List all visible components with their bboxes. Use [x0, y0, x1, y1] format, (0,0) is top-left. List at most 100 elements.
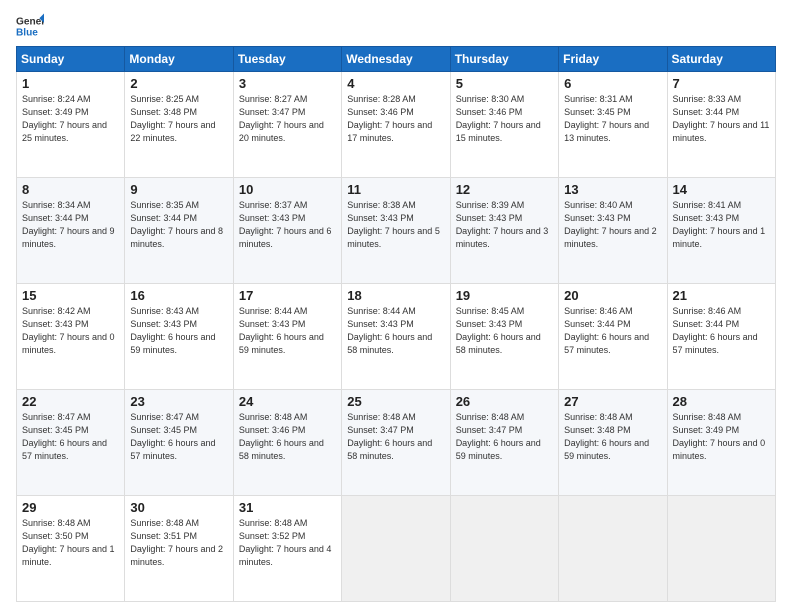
- weekday-header-monday: Monday: [125, 47, 233, 72]
- week-row-1: 1 Sunrise: 8:24 AMSunset: 3:49 PMDaylight…: [17, 72, 776, 178]
- day-info: Sunrise: 8:48 AMSunset: 3:46 PMDaylight:…: [239, 412, 324, 461]
- day-number: 16: [130, 288, 227, 303]
- day-number: 22: [22, 394, 119, 409]
- calendar-cell: 1 Sunrise: 8:24 AMSunset: 3:49 PMDaylight…: [17, 72, 125, 178]
- day-info: Sunrise: 8:28 AMSunset: 3:46 PMDaylight:…: [347, 94, 432, 143]
- day-number: 6: [564, 76, 661, 91]
- day-info: Sunrise: 8:27 AMSunset: 3:47 PMDaylight:…: [239, 94, 324, 143]
- calendar-cell: 9 Sunrise: 8:35 AMSunset: 3:44 PMDaylight…: [125, 178, 233, 284]
- day-number: 29: [22, 500, 119, 515]
- day-info: Sunrise: 8:48 AMSunset: 3:48 PMDaylight:…: [564, 412, 649, 461]
- day-info: Sunrise: 8:31 AMSunset: 3:45 PMDaylight:…: [564, 94, 649, 143]
- calendar-cell: 18 Sunrise: 8:44 AMSunset: 3:43 PMDayligh…: [342, 284, 450, 390]
- day-number: 30: [130, 500, 227, 515]
- day-number: 4: [347, 76, 444, 91]
- calendar-cell: 16 Sunrise: 8:43 AMSunset: 3:43 PMDayligh…: [125, 284, 233, 390]
- calendar-cell: 3Sunrise: 8:27 AMSunset: 3:47 PMDaylight…: [233, 72, 341, 178]
- day-info: Sunrise: 8:48 AMSunset: 3:51 PMDaylight:…: [130, 518, 223, 567]
- day-info: Sunrise: 8:24 AMSunset: 3:49 PMDaylight:…: [22, 94, 107, 143]
- calendar-cell: 4 Sunrise: 8:28 AMSunset: 3:46 PMDaylight…: [342, 72, 450, 178]
- day-info: Sunrise: 8:41 AMSunset: 3:43 PMDaylight:…: [673, 200, 766, 249]
- day-info: Sunrise: 8:43 AMSunset: 3:43 PMDaylight:…: [130, 306, 215, 355]
- day-number: 8: [22, 182, 119, 197]
- logo: General Blue: [16, 12, 44, 40]
- calendar-cell: 7Sunrise: 8:33 AMSunset: 3:44 PMDaylight…: [667, 72, 775, 178]
- calendar-cell: 5 Sunrise: 8:30 AMSunset: 3:46 PMDaylight…: [450, 72, 558, 178]
- day-number: 11: [347, 182, 444, 197]
- general-blue-logo-icon: General Blue: [16, 12, 44, 40]
- day-number: 1: [22, 76, 119, 91]
- calendar-cell: 24Sunrise: 8:48 AMSunset: 3:46 PMDayligh…: [233, 390, 341, 496]
- day-info: Sunrise: 8:48 AMSunset: 3:47 PMDaylight:…: [347, 412, 432, 461]
- calendar-cell: 8 Sunrise: 8:34 AMSunset: 3:44 PMDaylight…: [17, 178, 125, 284]
- day-info: Sunrise: 8:34 AMSunset: 3:44 PMDaylight:…: [22, 200, 115, 249]
- calendar-cell: 28Sunrise: 8:48 AMSunset: 3:49 PMDayligh…: [667, 390, 775, 496]
- day-info: Sunrise: 8:38 AMSunset: 3:43 PMDaylight:…: [347, 200, 440, 249]
- day-info: Sunrise: 8:35 AMSunset: 3:44 PMDaylight:…: [130, 200, 223, 249]
- calendar-cell: 26 Sunrise: 8:48 AMSunset: 3:47 PMDayligh…: [450, 390, 558, 496]
- weekday-header-saturday: Saturday: [667, 47, 775, 72]
- calendar-cell: 13Sunrise: 8:40 AMSunset: 3:43 PMDayligh…: [559, 178, 667, 284]
- day-number: 20: [564, 288, 661, 303]
- header: General Blue: [16, 12, 776, 40]
- weekday-header-friday: Friday: [559, 47, 667, 72]
- day-info: Sunrise: 8:44 AMSunset: 3:43 PMDaylight:…: [347, 306, 432, 355]
- svg-text:Blue: Blue: [16, 27, 38, 38]
- week-row-4: 22 Sunrise: 8:47 AMSunset: 3:45 PMDayligh…: [17, 390, 776, 496]
- day-info: Sunrise: 8:48 AMSunset: 3:52 PMDaylight:…: [239, 518, 332, 567]
- day-number: 17: [239, 288, 336, 303]
- day-number: 26: [456, 394, 553, 409]
- day-info: Sunrise: 8:30 AMSunset: 3:46 PMDaylight:…: [456, 94, 541, 143]
- day-number: 9: [130, 182, 227, 197]
- calendar-cell: [450, 496, 558, 602]
- day-number: 23: [130, 394, 227, 409]
- day-number: 2: [130, 76, 227, 91]
- day-info: Sunrise: 8:48 AMSunset: 3:47 PMDaylight:…: [456, 412, 541, 461]
- day-number: 7: [673, 76, 770, 91]
- day-info: Sunrise: 8:37 AMSunset: 3:43 PMDaylight:…: [239, 200, 332, 249]
- calendar-cell: 20Sunrise: 8:46 AMSunset: 3:44 PMDayligh…: [559, 284, 667, 390]
- day-info: Sunrise: 8:48 AMSunset: 3:50 PMDaylight:…: [22, 518, 115, 567]
- weekday-header-row: SundayMondayTuesdayWednesdayThursdayFrid…: [17, 47, 776, 72]
- day-number: 12: [456, 182, 553, 197]
- calendar-cell: 27 Sunrise: 8:48 AMSunset: 3:48 PMDayligh…: [559, 390, 667, 496]
- calendar-cell: 12 Sunrise: 8:39 AMSunset: 3:43 PMDayligh…: [450, 178, 558, 284]
- calendar-cell: [667, 496, 775, 602]
- calendar-cell: 15Sunrise: 8:42 AMSunset: 3:43 PMDayligh…: [17, 284, 125, 390]
- week-row-2: 8 Sunrise: 8:34 AMSunset: 3:44 PMDaylight…: [17, 178, 776, 284]
- calendar-cell: 29 Sunrise: 8:48 AMSunset: 3:50 PMDayligh…: [17, 496, 125, 602]
- day-number: 18: [347, 288, 444, 303]
- calendar-cell: 19Sunrise: 8:45 AMSunset: 3:43 PMDayligh…: [450, 284, 558, 390]
- calendar-cell: 11 Sunrise: 8:38 AMSunset: 3:43 PMDayligh…: [342, 178, 450, 284]
- weekday-header-wednesday: Wednesday: [342, 47, 450, 72]
- day-info: Sunrise: 8:48 AMSunset: 3:49 PMDaylight:…: [673, 412, 766, 461]
- calendar-cell: 10 Sunrise: 8:37 AMSunset: 3:43 PMDayligh…: [233, 178, 341, 284]
- day-info: Sunrise: 8:25 AMSunset: 3:48 PMDaylight:…: [130, 94, 215, 143]
- day-number: 27: [564, 394, 661, 409]
- day-number: 25: [347, 394, 444, 409]
- weekday-header-tuesday: Tuesday: [233, 47, 341, 72]
- calendar-cell: [559, 496, 667, 602]
- day-info: Sunrise: 8:39 AMSunset: 3:43 PMDaylight:…: [456, 200, 549, 249]
- calendar-cell: 31 Sunrise: 8:48 AMSunset: 3:52 PMDayligh…: [233, 496, 341, 602]
- weekday-header-sunday: Sunday: [17, 47, 125, 72]
- calendar-table: SundayMondayTuesdayWednesdayThursdayFrid…: [16, 46, 776, 602]
- weekday-header-thursday: Thursday: [450, 47, 558, 72]
- week-row-3: 15Sunrise: 8:42 AMSunset: 3:43 PMDayligh…: [17, 284, 776, 390]
- day-info: Sunrise: 8:46 AMSunset: 3:44 PMDaylight:…: [673, 306, 758, 355]
- day-number: 15: [22, 288, 119, 303]
- day-info: Sunrise: 8:40 AMSunset: 3:43 PMDaylight:…: [564, 200, 657, 249]
- day-number: 21: [673, 288, 770, 303]
- day-info: Sunrise: 8:45 AMSunset: 3:43 PMDaylight:…: [456, 306, 541, 355]
- day-number: 5: [456, 76, 553, 91]
- calendar-cell: 2 Sunrise: 8:25 AMSunset: 3:48 PMDaylight…: [125, 72, 233, 178]
- calendar-cell: 21 Sunrise: 8:46 AMSunset: 3:44 PMDayligh…: [667, 284, 775, 390]
- day-info: Sunrise: 8:47 AMSunset: 3:45 PMDaylight:…: [22, 412, 107, 461]
- day-number: 31: [239, 500, 336, 515]
- calendar-cell: 25 Sunrise: 8:48 AMSunset: 3:47 PMDayligh…: [342, 390, 450, 496]
- calendar-cell: [342, 496, 450, 602]
- week-row-5: 29 Sunrise: 8:48 AMSunset: 3:50 PMDayligh…: [17, 496, 776, 602]
- calendar-cell: 23Sunrise: 8:47 AMSunset: 3:45 PMDayligh…: [125, 390, 233, 496]
- day-number: 10: [239, 182, 336, 197]
- calendar-cell: 30 Sunrise: 8:48 AMSunset: 3:51 PMDayligh…: [125, 496, 233, 602]
